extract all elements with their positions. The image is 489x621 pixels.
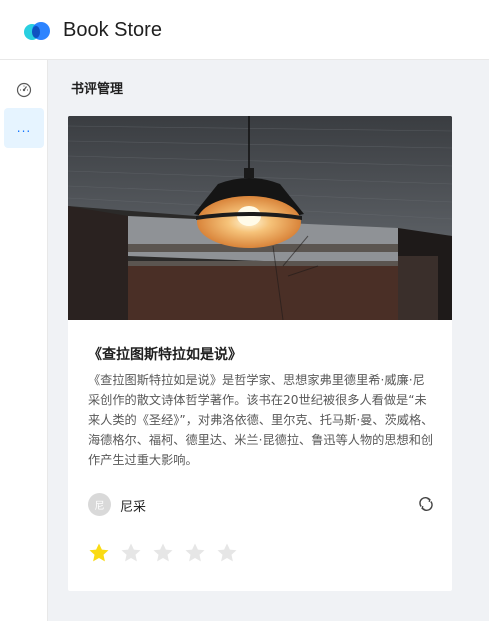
sidebar-item-reviews[interactable]: ... (4, 108, 44, 148)
star-rating[interactable] (88, 542, 238, 564)
star-icon[interactable] (88, 542, 110, 564)
dashboard-icon (16, 82, 32, 98)
book-title: 《查拉图斯特拉如是说》 (88, 347, 242, 363)
star-icon[interactable] (216, 542, 238, 564)
book-cover-image (68, 116, 452, 320)
star-icon[interactable] (152, 542, 174, 564)
book-description: 《查拉图斯特拉如是说》是哲学家、思想家弗里德里希·威廉·尼采创作的散文诗体哲学著… (88, 373, 434, 467)
sidebar: ... (0, 60, 48, 621)
sidebar-item-dashboard[interactable] (0, 70, 48, 110)
author-row: 尼 尼采 (88, 493, 434, 517)
book-review-card[interactable]: 《查拉图斯特拉如是说》 《查拉图斯特拉如是说》是哲学家、思想家弗里德里希·威廉·… (68, 116, 452, 591)
refresh-icon[interactable] (418, 496, 434, 512)
avatar[interactable]: 尼 (88, 493, 111, 516)
app-title: Book Store (63, 19, 162, 41)
star-icon[interactable] (120, 542, 142, 564)
page-title: 书评管理 (71, 82, 124, 97)
star-icon[interactable] (184, 542, 206, 564)
app-logo-icon[interactable] (22, 20, 52, 42)
top-header: Book Store (0, 0, 489, 60)
author-name[interactable]: 尼采 (120, 496, 146, 515)
sidebar-item-label: ... (16, 121, 32, 135)
main-content: 书评管理 《查拉图斯特拉如是说》 《查拉图斯特拉如是说》是哲学家、思想家弗里德里… (49, 60, 489, 621)
